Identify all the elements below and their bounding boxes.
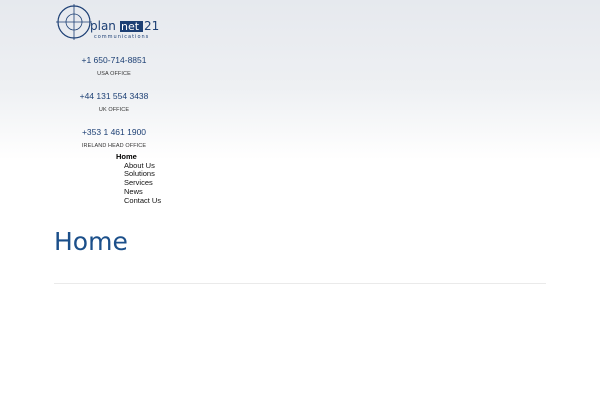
planet21-logo[interactable]: plan net 21 communications	[54, 2, 172, 44]
nav-item-contact-us[interactable]: Contact Us	[112, 196, 161, 206]
logo-text-21: 21	[144, 19, 159, 33]
ireland-office-label: IRELAND HEAD OFFICE	[81, 143, 147, 149]
logo-graphic: plan net 21 communications	[56, 4, 159, 40]
ireland-phone-link[interactable]: +353 1 461 1900	[54, 126, 174, 138]
logo-text-net: net	[121, 20, 140, 33]
office-uk: +44 131 554 3438 UK OFFICE	[54, 90, 174, 114]
logo-subtext: communications	[94, 34, 149, 40]
office-ireland: +353 1 461 1900 IRELAND HEAD OFFICE	[54, 126, 174, 150]
uk-office-label: UK OFFICE	[98, 107, 130, 113]
usa-office-label: USA OFFICE	[97, 71, 131, 77]
main-nav: Home About Us Solutions Services News Co…	[112, 152, 161, 206]
office-usa: +1 650-714-8851 USA OFFICE	[54, 54, 174, 78]
logo-text-plan: plan	[90, 19, 116, 33]
page-title: Home	[54, 227, 128, 256]
uk-phone-link[interactable]: +44 131 554 3438	[54, 90, 174, 102]
usa-phone-link[interactable]: +1 650-714-8851	[54, 54, 174, 66]
content-divider	[54, 283, 546, 284]
